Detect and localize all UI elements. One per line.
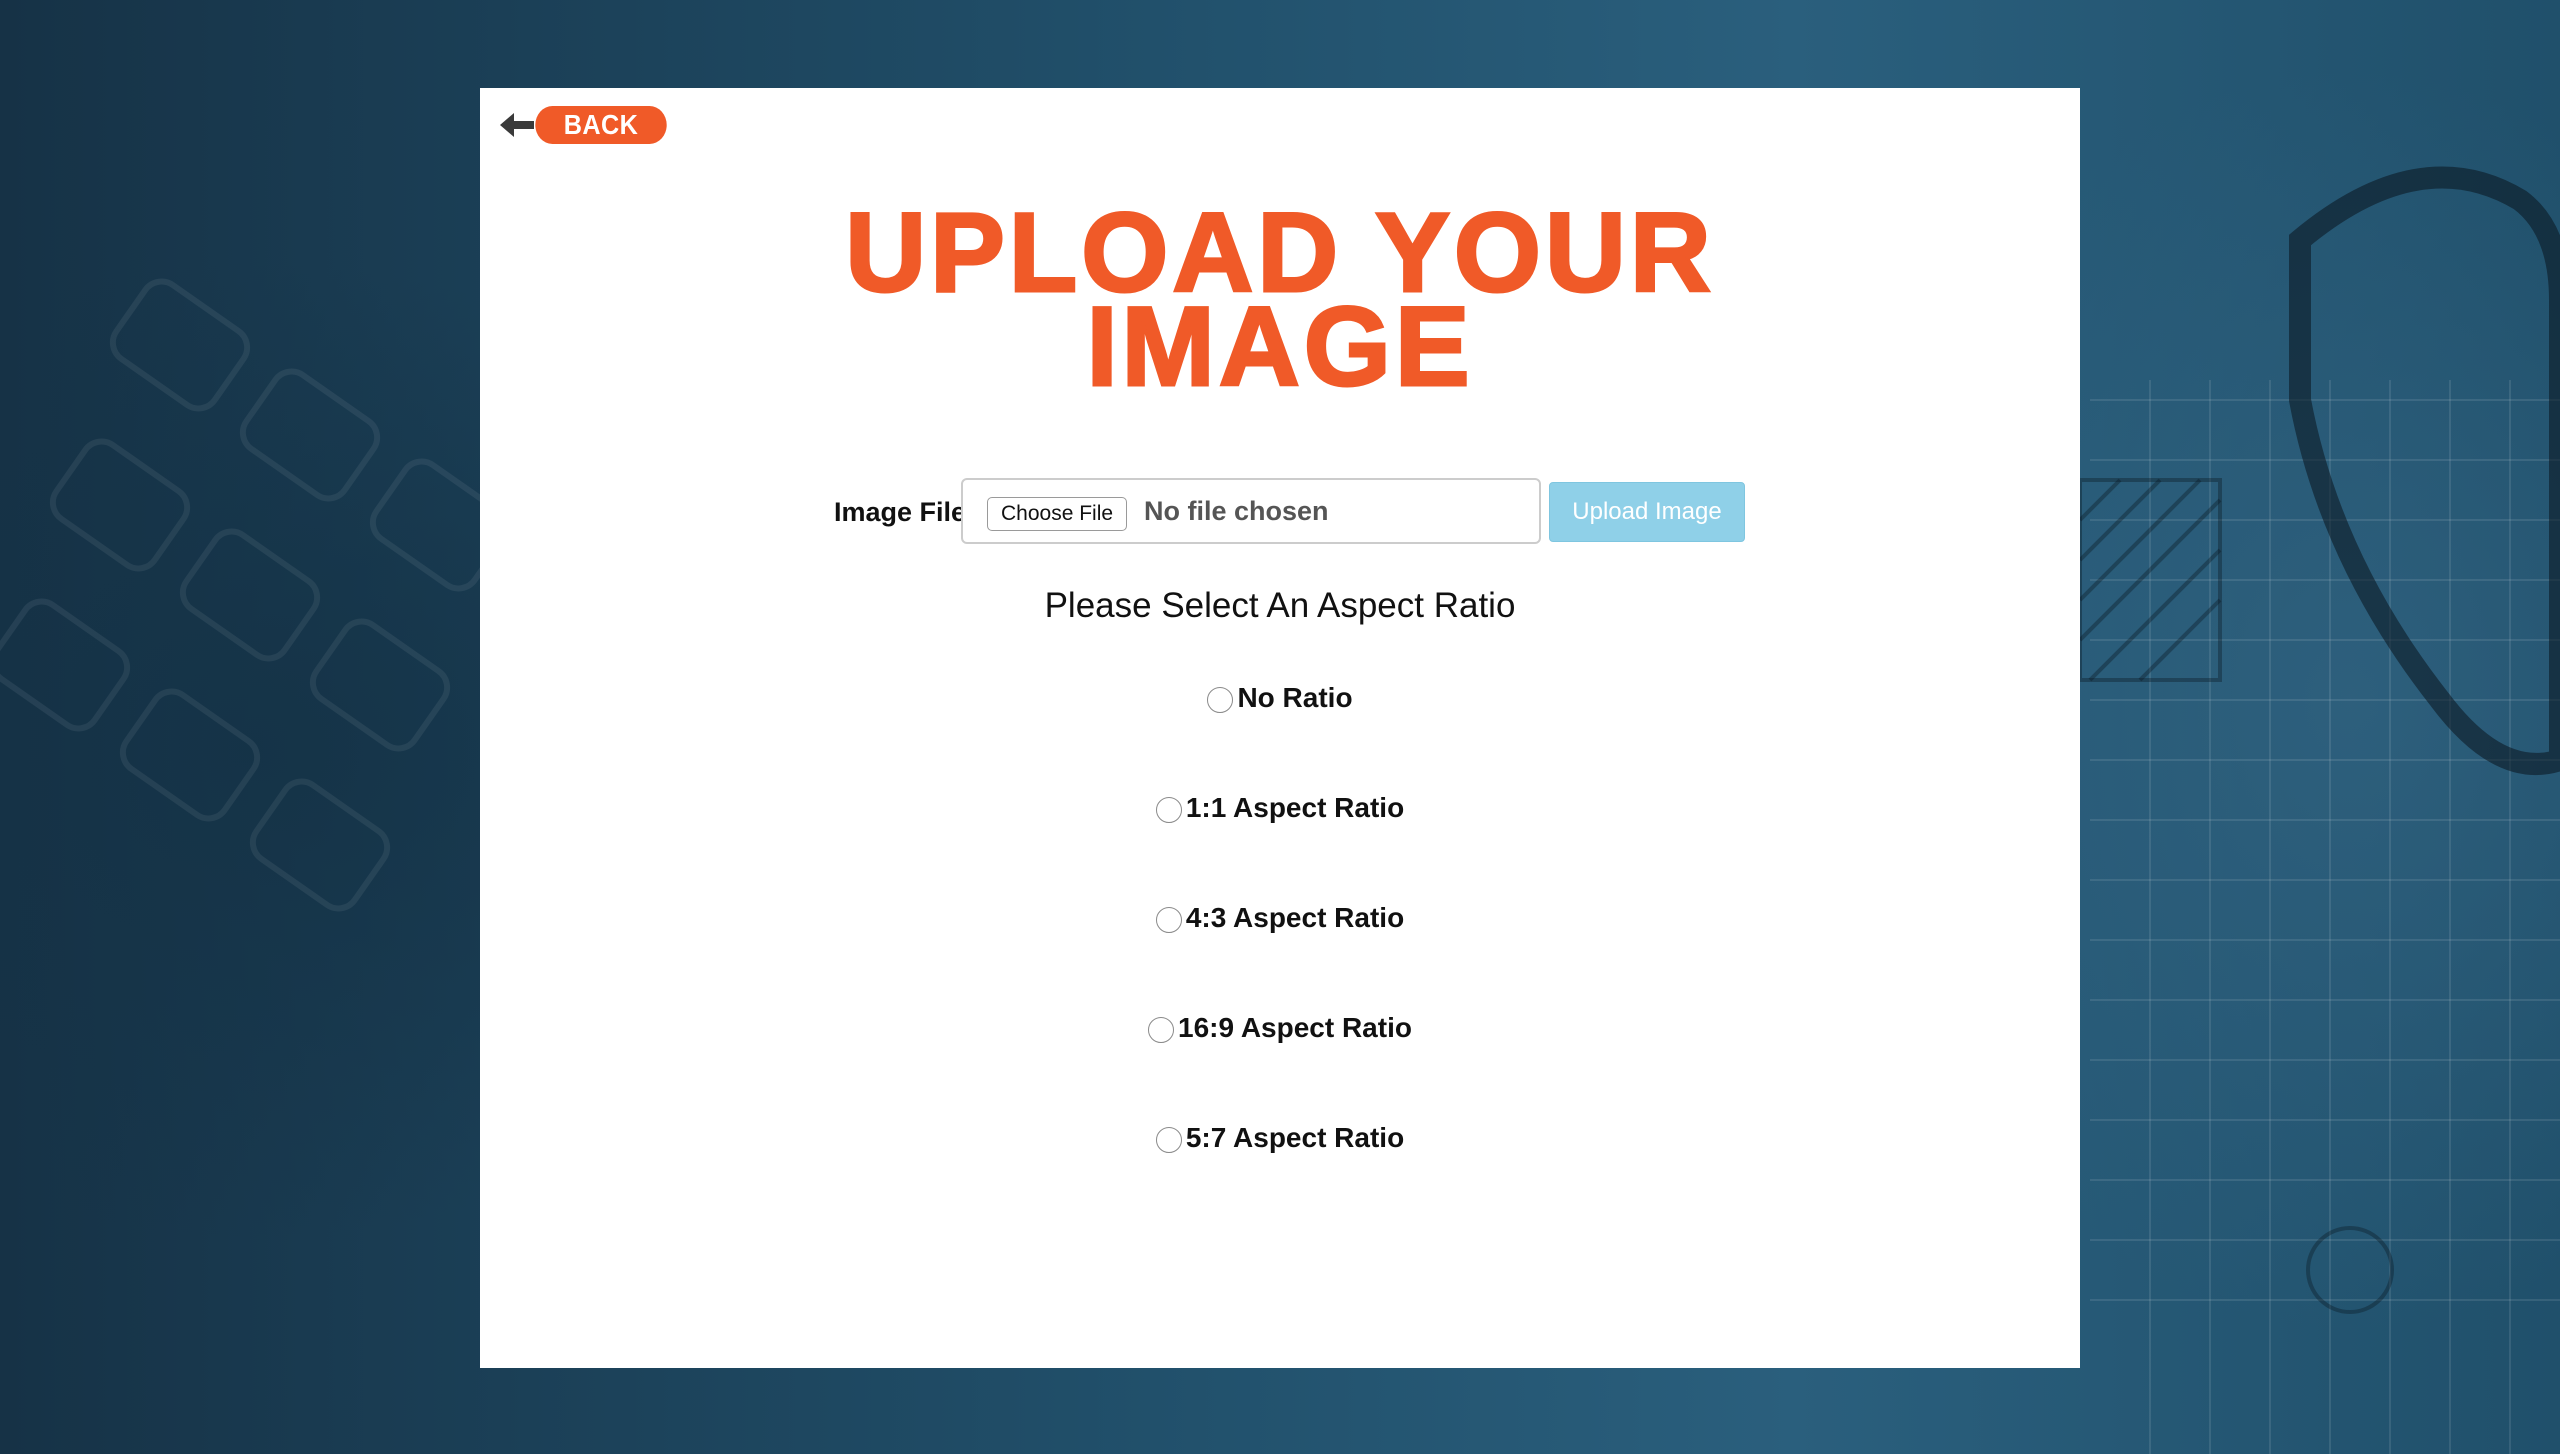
ratio-option-4-3: 4:3 Aspect Ratio	[480, 898, 2080, 938]
back-button[interactable]: BACK	[535, 106, 667, 144]
ratio-label: 16:9 Aspect Ratio	[1178, 1012, 1412, 1043]
upload-form: Image File Choose File No file chosen Up…	[480, 478, 2080, 546]
back-button-group[interactable]: BACK	[500, 106, 674, 144]
upload-card: BACK UPLOAD YOUR IMAGE Image File Choose…	[480, 88, 2080, 1368]
ratio-label: No Ratio	[1237, 682, 1353, 713]
ratio-radio-no-ratio[interactable]	[1207, 687, 1234, 713]
ratio-radio-4-3[interactable]	[1155, 907, 1182, 933]
ratio-option[interactable]: 4:3 Aspect Ratio	[1155, 902, 1405, 934]
ratio-option-no-ratio: No Ratio	[480, 678, 2080, 718]
ratio-radio-1-1[interactable]	[1155, 797, 1182, 823]
ratio-label: 1:1 Aspect Ratio	[1185, 792, 1405, 823]
choose-file-button[interactable]: Choose File	[987, 497, 1128, 531]
ratio-radio-5-7[interactable]	[1155, 1127, 1182, 1153]
ratio-option-5-7: 5:7 Aspect Ratio	[480, 1118, 2080, 1158]
no-file-chosen-text: No file chosen	[1144, 496, 1329, 526]
page-title: UPLOAD YOUR IMAGE	[480, 195, 2080, 404]
ratio-option[interactable]: 5:7 Aspect Ratio	[1155, 1122, 1405, 1154]
ratio-label: 4:3 Aspect Ratio	[1185, 902, 1405, 933]
ratio-label: 5:7 Aspect Ratio	[1185, 1122, 1405, 1153]
arrow-left-icon[interactable]	[500, 111, 534, 139]
ratio-option-1-1: 1:1 Aspect Ratio	[480, 788, 2080, 828]
ratio-option-16-9: 16:9 Aspect Ratio	[480, 1008, 2080, 1048]
aspect-ratio-heading: Please Select An Aspect Ratio	[1044, 586, 1516, 625]
ratio-option[interactable]: 16:9 Aspect Ratio	[1148, 1012, 1412, 1044]
ratio-option[interactable]: 1:1 Aspect Ratio	[1155, 792, 1405, 824]
page-title-line2: IMAGE	[1085, 284, 1474, 409]
ratio-radio-16-9[interactable]	[1148, 1017, 1175, 1043]
image-file-label: Image File	[833, 497, 966, 527]
upload-image-button[interactable]: Upload Image	[1549, 482, 1745, 542]
ratio-option[interactable]: No Ratio	[1207, 682, 1353, 714]
image-file-input[interactable]: Choose File No file chosen	[961, 478, 1541, 544]
